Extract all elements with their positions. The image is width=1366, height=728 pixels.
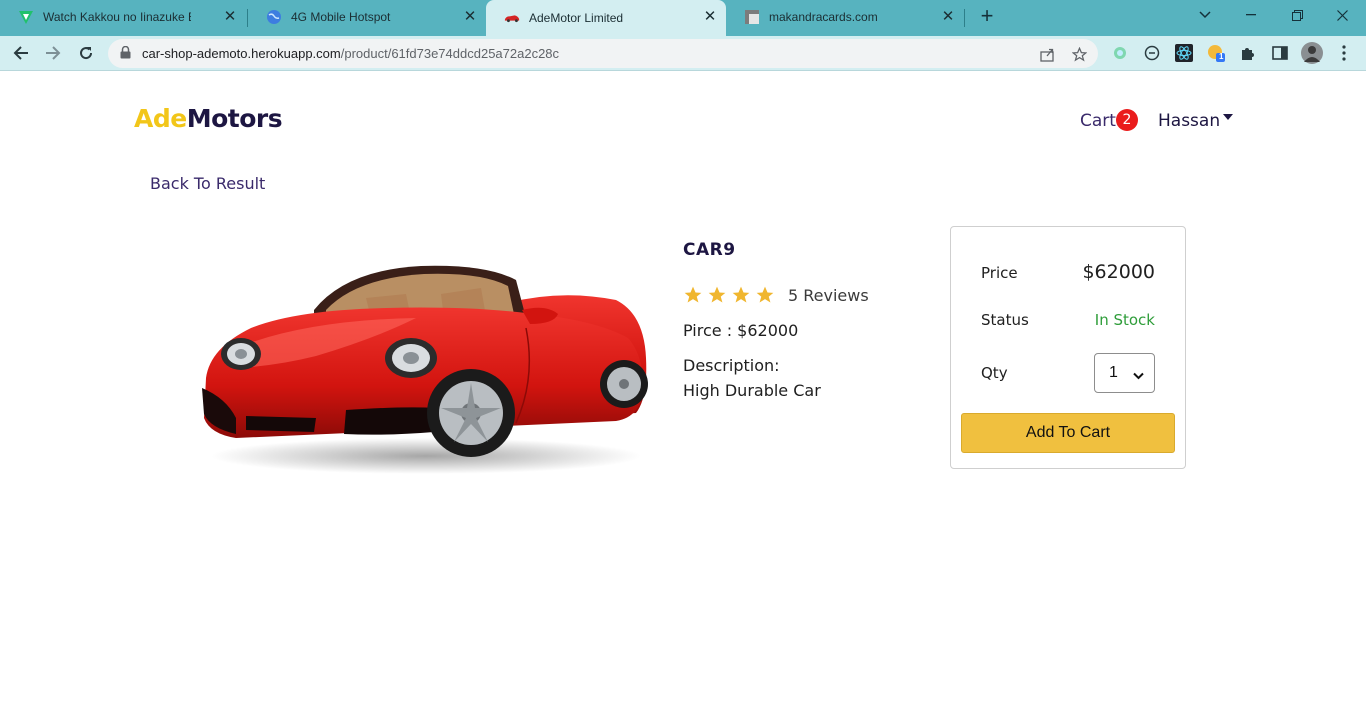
description-label: Description: (683, 356, 780, 375)
reviews-count: 5 Reviews (788, 286, 869, 305)
back-arrow-icon[interactable] (8, 40, 34, 66)
price-label: Price (981, 264, 1018, 282)
tab-search-icon[interactable] (1191, 4, 1219, 26)
product-image (196, 258, 648, 476)
url-host: car-shop-ademoto.herokuapp.com (142, 46, 341, 61)
cart-count-badge: 2 (1116, 109, 1138, 131)
rating-stars (683, 285, 775, 305)
star-icon (684, 286, 702, 303)
close-window-icon[interactable] (1328, 4, 1356, 26)
new-tab-button[interactable]: + (976, 5, 998, 27)
site-logo[interactable]: AdeMotors (134, 104, 283, 133)
tab-title: AdeMotor Limited (529, 11, 624, 25)
back-to-result-link[interactable]: Back To Result (150, 174, 265, 193)
status-label: Status (981, 311, 1029, 329)
extension-yellow-icon[interactable]: 1 (1207, 44, 1225, 62)
globe-icon (266, 9, 282, 25)
extension-green-icon[interactable] (1111, 44, 1129, 62)
logo-part-ade: Ade (134, 104, 187, 133)
close-tab-icon[interactable]: ✕ (702, 9, 718, 25)
kebab-menu-icon[interactable] (1335, 44, 1353, 62)
tab-title: Watch Kakkou no Iinazuke Episo (43, 10, 191, 24)
browser-toolbar: car-shop-ademoto.herokuapp.com/product/6… (0, 36, 1366, 71)
price-value: $62000 (1082, 261, 1155, 283)
close-tab-icon[interactable]: ✕ (222, 9, 238, 25)
user-menu-toggle[interactable]: Hassan (1158, 111, 1220, 131)
qty-select[interactable]: 1 (1094, 353, 1155, 393)
address-bar[interactable]: car-shop-ademoto.herokuapp.com/product/6… (108, 39, 1098, 68)
browser-tab-active[interactable]: AdeMotor Limited ✕ (486, 0, 726, 36)
reload-icon[interactable] (73, 40, 99, 66)
browser-tab-strip: Watch Kakkou no Iinazuke Episo ✕ 4G Mobi… (0, 0, 1366, 36)
status-value: In Stock (1094, 311, 1155, 329)
product-name: CAR9 (683, 240, 736, 260)
extensions-puzzle-icon[interactable] (1239, 44, 1257, 62)
browser-tab[interactable]: 4G Mobile Hotspot ✕ (248, 0, 486, 34)
product-price-line: Pirce : $62000 (683, 321, 799, 340)
forward-arrow-icon[interactable] (40, 40, 66, 66)
close-tab-icon[interactable]: ✕ (940, 9, 956, 25)
tab-title: makandracards.com (769, 10, 878, 24)
bookmark-star-icon[interactable] (1070, 45, 1088, 63)
url-path: /product/61fd73e74ddcd25a72a2c28c (340, 46, 560, 61)
cart-link[interactable]: Cart (1080, 111, 1116, 131)
url-text[interactable]: car-shop-ademoto.herokuapp.com/product/6… (142, 46, 559, 61)
share-icon[interactable] (1038, 45, 1056, 63)
add-to-cart-button[interactable]: Add To Cart (961, 413, 1175, 453)
browser-tab[interactable]: makandracards.com ✕ (726, 0, 964, 34)
lock-icon[interactable] (120, 45, 131, 64)
react-devtools-icon[interactable] (1175, 44, 1193, 62)
restore-icon[interactable] (1283, 4, 1311, 26)
qty-value: 1 (1109, 364, 1118, 381)
star-icon (708, 286, 726, 303)
minimize-icon[interactable] (1237, 4, 1265, 26)
tab-divider (964, 9, 965, 27)
star-icon (732, 286, 750, 303)
qty-label: Qty (981, 364, 1008, 382)
page-icon (744, 9, 760, 25)
browser-tab[interactable]: Watch Kakkou no Iinazuke Episo ✕ (0, 0, 246, 34)
tab-title: 4G Mobile Hotspot (291, 10, 391, 24)
close-tab-icon[interactable]: ✕ (462, 9, 478, 25)
profile-avatar[interactable] (1301, 42, 1323, 64)
description-text: High Durable Car (683, 381, 821, 400)
car-icon (504, 10, 520, 26)
extension-badge: 1 (1219, 52, 1224, 61)
side-panel-icon[interactable] (1271, 44, 1289, 62)
purchase-panel: Price $62000 Status In Stock Qty 1 Add T… (950, 226, 1186, 469)
star-icon (756, 286, 774, 303)
extension-circle-icon[interactable] (1143, 44, 1161, 62)
logo-part-motors: Motors (186, 104, 283, 133)
caret-down-icon[interactable] (1223, 114, 1233, 120)
chevron-down-icon (1133, 367, 1144, 385)
tv-icon (18, 9, 34, 25)
